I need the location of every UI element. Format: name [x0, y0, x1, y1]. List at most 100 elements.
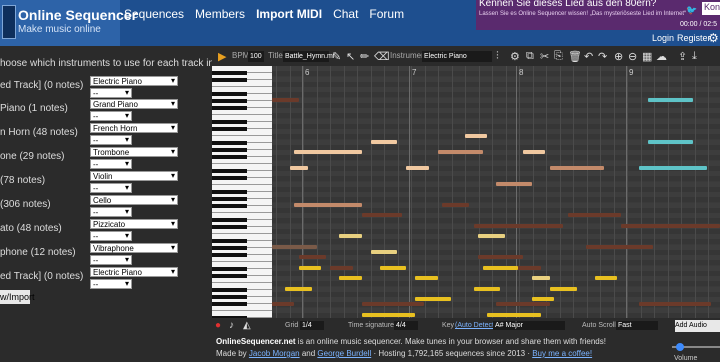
- black-key[interactable]: [212, 225, 247, 229]
- note[interactable]: [294, 202, 362, 207]
- note[interactable]: [549, 286, 577, 291]
- instrument-select[interactable]: Pizzicato: [90, 219, 178, 229]
- tuning-icon[interactable]: ◭: [243, 320, 251, 331]
- grid-lane[interactable]: [272, 66, 720, 71]
- record-icon[interactable]: ●: [215, 320, 221, 331]
- secondary-select[interactable]: --: [90, 135, 132, 145]
- black-key[interactable]: [212, 239, 247, 243]
- black-key[interactable]: [212, 218, 247, 222]
- black-key[interactable]: [212, 120, 247, 124]
- grid-lane[interactable]: [272, 81, 720, 87]
- note[interactable]: [339, 276, 362, 280]
- piano-keyboard[interactable]: [212, 66, 272, 320]
- note[interactable]: [496, 181, 532, 186]
- redo-icon[interactable]: ↷: [598, 50, 607, 63]
- grid-lane[interactable]: [272, 270, 720, 276]
- instrument-select[interactable]: Vibraphone: [90, 243, 178, 253]
- twitter-icon[interactable]: 🐦: [686, 5, 697, 16]
- grid-icon[interactable]: ▦: [642, 50, 652, 63]
- eraser-icon[interactable]: ⌫: [374, 50, 390, 63]
- grid-lane[interactable]: [272, 92, 720, 98]
- note[interactable]: [487, 312, 541, 317]
- site-name-link[interactable]: OnlineSequencer.net: [216, 337, 296, 346]
- pointer-icon[interactable]: ↖: [346, 50, 355, 63]
- black-key[interactable]: [212, 197, 247, 201]
- note[interactable]: [406, 165, 429, 170]
- instrument-select[interactable]: French Horn: [90, 123, 178, 133]
- note[interactable]: [294, 150, 362, 154]
- note[interactable]: [285, 286, 313, 291]
- black-key[interactable]: [212, 246, 247, 250]
- secondary-select[interactable]: --: [90, 111, 132, 121]
- grid-lane[interactable]: [272, 239, 720, 245]
- grid-lane[interactable]: [272, 244, 720, 250]
- note[interactable]: [289, 165, 308, 170]
- note[interactable]: [464, 134, 488, 139]
- note[interactable]: [594, 276, 617, 280]
- note[interactable]: [585, 244, 653, 249]
- ad-contact-button[interactable]: Kont: [702, 2, 720, 15]
- note[interactable]: [442, 202, 470, 207]
- instrument-select[interactable]: Trombone: [90, 147, 178, 157]
- grid-lane[interactable]: [272, 218, 720, 224]
- grid-lane[interactable]: [272, 197, 720, 203]
- instrument-select[interactable]: Electric Piano: [90, 267, 178, 277]
- note[interactable]: [639, 165, 707, 170]
- instrument-select[interactable]: Grand Piano: [90, 99, 178, 109]
- note[interactable]: [272, 302, 295, 307]
- note[interactable]: [370, 139, 398, 144]
- note[interactable]: [549, 165, 604, 170]
- cut-icon[interactable]: ✂: [540, 50, 549, 63]
- add-audio-track-button[interactable]: Add Audio Track: [675, 320, 720, 332]
- auto-detect-link[interactable]: (Auto Detect): [455, 322, 496, 329]
- grid-lane[interactable]: [272, 129, 720, 134]
- note[interactable]: [648, 139, 694, 144]
- cloud-upload-icon[interactable]: ☁: [656, 50, 667, 63]
- note[interactable]: [482, 265, 519, 270]
- delete-icon[interactable]: 🗑: [568, 50, 582, 63]
- secondary-select[interactable]: --: [90, 279, 132, 289]
- grid-lane[interactable]: [272, 213, 720, 218]
- black-key[interactable]: [212, 267, 247, 271]
- grid-lane[interactable]: [272, 113, 720, 119]
- note[interactable]: [379, 265, 407, 270]
- note[interactable]: [272, 244, 317, 249]
- login-link[interactable]: Login: [652, 33, 674, 43]
- black-key[interactable]: [212, 71, 247, 75]
- black-key[interactable]: [212, 176, 247, 180]
- black-key[interactable]: [212, 169, 247, 173]
- grid-lane[interactable]: [272, 207, 720, 213]
- black-key[interactable]: [212, 155, 247, 159]
- instrument-select[interactable]: Electric Piano: [90, 76, 178, 86]
- grid-lane[interactable]: [272, 76, 720, 82]
- ad-banner[interactable]: Kennen Sie dieses Lied aus den 80ern? La…: [476, 0, 720, 30]
- note[interactable]: [621, 223, 720, 228]
- zoom-out-icon[interactable]: ⊖: [628, 50, 637, 63]
- grid-lane[interactable]: [272, 307, 720, 313]
- nav-forum[interactable]: Forum: [369, 7, 404, 21]
- coffee-link[interactable]: Buy me a coffee!: [532, 349, 592, 358]
- black-key[interactable]: [212, 295, 247, 299]
- black-key[interactable]: [212, 253, 247, 257]
- note[interactable]: [531, 276, 550, 280]
- instrument-select[interactable]: Violin: [90, 171, 178, 181]
- bpm-input[interactable]: 100: [248, 51, 264, 62]
- secondary-select[interactable]: --: [90, 183, 132, 193]
- note[interactable]: [473, 223, 564, 228]
- grid-lane[interactable]: [272, 108, 720, 113]
- black-key[interactable]: [212, 274, 247, 278]
- note[interactable]: [330, 265, 353, 270]
- note[interactable]: [339, 234, 362, 238]
- note[interactable]: [478, 234, 505, 238]
- grid-lane[interactable]: [272, 176, 720, 182]
- black-key[interactable]: [212, 288, 247, 292]
- grid-lane[interactable]: [272, 249, 720, 255]
- grid-lane[interactable]: [272, 291, 720, 297]
- grid-lane[interactable]: [272, 297, 720, 302]
- note[interactable]: [522, 150, 546, 154]
- grid-lane[interactable]: [272, 118, 720, 124]
- black-key[interactable]: [212, 148, 247, 152]
- secondary-select[interactable]: --: [90, 231, 132, 241]
- nav-chat[interactable]: Chat: [333, 7, 358, 21]
- register-link[interactable]: Register: [677, 33, 711, 43]
